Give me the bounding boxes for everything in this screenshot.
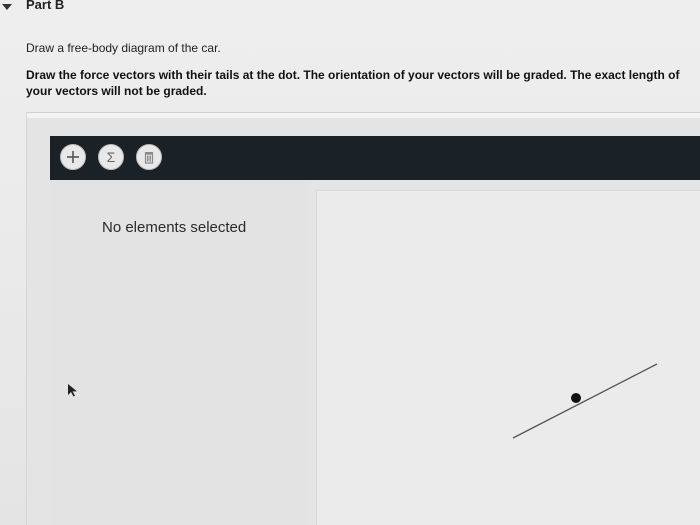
delete-button[interactable]: [136, 144, 162, 170]
drawing-canvas[interactable]: [316, 190, 700, 525]
plus-icon: [67, 151, 79, 163]
canvas-svg: [512, 363, 658, 439]
part-header[interactable]: Part B: [0, 0, 700, 18]
sigma-icon: Σ: [106, 149, 116, 165]
question-instructions: Draw the force vectors with their tails …: [26, 68, 680, 98]
properties-panel: No elements selected: [50, 180, 308, 525]
incline-line: [512, 363, 658, 439]
mouse-cursor-icon: [68, 384, 77, 397]
trash-icon: [144, 152, 154, 164]
sum-vectors-button[interactable]: Σ: [98, 144, 124, 170]
caret-down-icon[interactable]: [2, 4, 12, 10]
drawing-toolbar: Σ: [50, 136, 700, 180]
selection-status: No elements selected: [102, 219, 247, 236]
add-vector-button[interactable]: [60, 144, 86, 170]
question-prompt: Draw a free-body diagram of the car.: [26, 41, 221, 55]
part-title: Part B: [26, 0, 65, 12]
origin-dot[interactable]: [571, 393, 581, 403]
screen: Part B Draw a free-body diagram of the c…: [0, 0, 700, 525]
